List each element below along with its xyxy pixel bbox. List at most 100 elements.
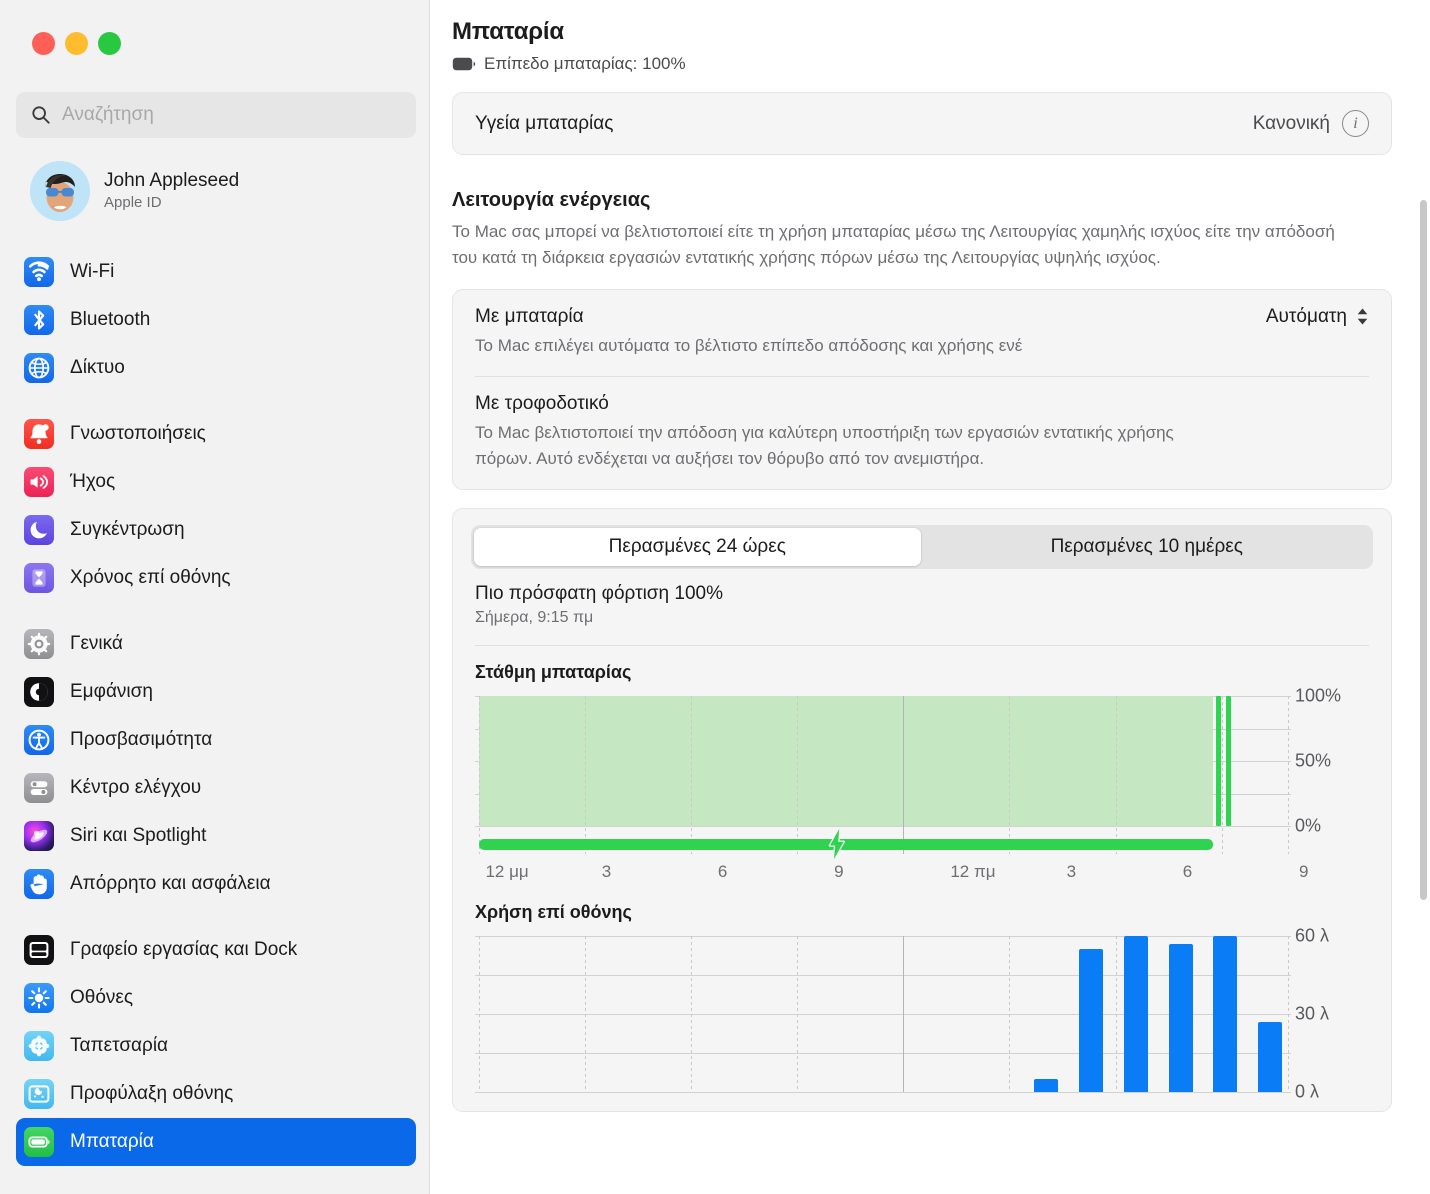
account-subtitle: Apple ID <box>104 193 239 213</box>
last-charge-title: Πιο πρόσφατη φόρτιση 100% <box>475 583 1369 605</box>
battery-chart-vgridline <box>1288 696 1289 854</box>
usage-chart-vgridline <box>797 936 798 1092</box>
sidebar-item-εμφάνιση[interactable]: Εμφάνιση <box>16 668 416 716</box>
sidebar-item-label: Προφύλαξη οθόνης <box>70 1083 233 1105</box>
usage-bar <box>1079 949 1103 1092</box>
sidebar-item-label: Εμφάνιση <box>70 681 153 703</box>
vertical-scrollbar[interactable] <box>1420 200 1427 900</box>
focus-moon-icon <box>24 515 54 545</box>
sidebar-item-label: Δίκτυο <box>70 357 125 379</box>
window-traffic-lights <box>32 32 121 55</box>
control-center-icon <box>24 773 54 803</box>
sidebar-item-οθόνες[interactable]: Οθόνες <box>16 974 416 1022</box>
sidebar-item-προφύλαξη-οθόνης[interactable]: Προφύλαξη οθόνης <box>16 1070 416 1118</box>
sidebar-item-siri-και-spotlight[interactable]: Siri και Spotlight <box>16 812 416 860</box>
power-mode-title: Λειτουργία ενέργειας <box>452 189 1392 212</box>
battery-chart-x-label: 3 <box>602 862 611 882</box>
on-battery-description: Το Mac επιλέγει αυτόματα το βέλτιστο επί… <box>475 333 1175 359</box>
sidebar-item-label: Siri και Spotlight <box>70 825 206 847</box>
sidebar-nav: Wi-FiBluetooth Δίκτυο ΓνωστοποιήσειςΉχος Συ… <box>16 248 416 1184</box>
sidebar-item-χρόνος-επί-οθόνης[interactable]: Χρόνος επί οθόνης <box>16 554 416 602</box>
close-window-button[interactable] <box>32 32 55 55</box>
sidebar-item-μπαταρία[interactable]: Μπαταρία <box>16 1118 416 1166</box>
battery-chart-x-label: 6 <box>1183 862 1192 882</box>
battery-chart-vgridline <box>903 696 904 854</box>
usage-chart-y-label: 0 λ <box>1295 1082 1319 1103</box>
battery-usage-card: Περασμένες 24 ώρεςΠερασμένες 10 ημέρες Π… <box>452 508 1392 1112</box>
on-power-adapter-label: Με τροφοδοτικό <box>475 393 609 415</box>
battery-health-value: Κανονική <box>1253 113 1330 135</box>
usage-range-tabs: Περασμένες 24 ώρεςΠερασμένες 10 ημέρες <box>471 525 1373 569</box>
usage-chart-vgridline <box>1288 936 1289 1092</box>
battery-chart-gridline <box>475 826 1291 827</box>
screen-usage-chart: 0 λ30 λ60 λ <box>475 932 1369 1097</box>
maximize-window-button[interactable] <box>98 32 121 55</box>
avatar <box>30 161 90 221</box>
account-name: John Appleseed <box>104 169 239 193</box>
battery-chart-x-label: 9 <box>1299 862 1308 882</box>
battery-level-chart: 0%50%100% <box>475 692 1369 854</box>
battery-health-card: Υγεία μπαταρίας Κανονική i <box>452 92 1392 155</box>
usage-range-tab-0[interactable]: Περασμένες 24 ώρες <box>474 528 921 566</box>
usage-bar <box>1124 936 1148 1092</box>
usage-chart-y-labels: 0 λ30 λ60 λ <box>1295 932 1369 1097</box>
account-row[interactable]: John Appleseed Apple ID <box>22 158 412 224</box>
battery-icon <box>24 1127 54 1157</box>
displays-brightness-icon <box>24 983 54 1013</box>
chevron-up-down-icon <box>1356 307 1369 326</box>
sound-speaker-icon <box>24 467 54 497</box>
usage-range-tab-1[interactable]: Περασμένες 10 ημέρες <box>924 528 1371 566</box>
usage-bar <box>1034 1079 1058 1092</box>
sidebar-item-γενικά[interactable]: Γενικά <box>16 620 416 668</box>
search-input[interactable] <box>62 104 392 126</box>
battery-chart-x-label: 12 μμ <box>485 862 528 882</box>
sidebar-item-label: Γραφείο εργασίας και Dock <box>70 939 297 961</box>
siri-icon <box>24 821 54 851</box>
last-charge-subtitle: Σήμερα, 9:15 πμ <box>475 609 1369 627</box>
sidebar-item-γραφείο-εργασίας-και-dock[interactable]: Γραφείο εργασίας και Dock <box>16 926 416 974</box>
usage-chart-gridline <box>475 1092 1291 1093</box>
sidebar: John Appleseed Apple ID Wi-FiBluetooth Δί… <box>0 0 430 1194</box>
sidebar-item-bluetooth[interactable]: Bluetooth <box>16 296 416 344</box>
usage-chart-vgridline <box>691 936 692 1092</box>
sidebar-item-ήχος[interactable]: Ήχος <box>16 458 416 506</box>
search-field[interactable] <box>16 92 416 138</box>
main-scroll-area[interactable]: Μπαταρία Επίπεδο μπαταρίας: 100% Υγεία μ… <box>430 0 1430 1194</box>
bluetooth-icon <box>24 305 54 335</box>
sidebar-item-απόρρητο-και-ασφάλεια[interactable]: Απόρρητο και ασφάλεια <box>16 860 416 908</box>
sidebar-item-προσβασιμότητα[interactable]: Προσβασιμότητα <box>16 716 416 764</box>
battery-chart-y-label: 100% <box>1295 686 1341 707</box>
battery-health-row[interactable]: Υγεία μπαταρίας Κανονική i <box>453 93 1391 154</box>
battery-level-chart-block: Στάθμη μπαταρίας 0%50%100% 12 μμ36912 πμ… <box>453 662 1391 888</box>
sidebar-item-wi-fi[interactable]: Wi-Fi <box>16 248 416 296</box>
battery-level-text: Επίπεδο μπαταρίας: 100% <box>484 54 686 74</box>
sidebar-item-label: Χρόνος επί οθόνης <box>70 567 231 589</box>
sidebar-group: Γενικά Εμφάνιση ΠροσβασιμότηταΚέντρο ελέγχ… <box>16 620 416 908</box>
usage-chart-vgridline <box>903 936 904 1092</box>
sidebar-item-συγκέντρωση[interactable]: Συγκέντρωση <box>16 506 416 554</box>
battery-chart-vgridline <box>479 696 480 854</box>
on-power-adapter-description: Το Mac βελτιστοποιεί την απόδοση για καλ… <box>475 420 1175 471</box>
battery-level-area <box>479 696 1213 826</box>
wallpaper-icon <box>24 1031 54 1061</box>
sidebar-item-ταπετσαρία[interactable]: Ταπετσαρία <box>16 1022 416 1070</box>
battery-chart-vgridline <box>797 696 798 854</box>
battery-chart-vgridline <box>691 696 692 854</box>
minimize-window-button[interactable] <box>65 32 88 55</box>
usage-chart-vgridline <box>1009 936 1010 1092</box>
sidebar-item-κέντρο-ελέγχου[interactable]: Κέντρο ελέγχου <box>16 764 416 812</box>
sidebar-item-δίκτυο[interactable]: Δίκτυο <box>16 344 416 392</box>
info-circle-icon[interactable]: i <box>1342 110 1369 137</box>
on-battery-selected-value: Αυτόματη <box>1266 306 1347 328</box>
sidebar-item-label: Συγκέντρωση <box>70 519 185 541</box>
page-title: Μπαταρία <box>452 18 1392 46</box>
sidebar-item-γνωστοποιήσεις[interactable]: Γνωστοποιήσεις <box>16 410 416 458</box>
battery-chart-vgridline <box>1222 696 1223 854</box>
on-battery-popup-button[interactable]: Αυτόματη <box>1266 306 1369 328</box>
general-gear-icon <box>24 629 54 659</box>
screen-usage-chart-title: Χρήση επί οθόνης <box>453 902 1391 923</box>
battery-full-icon <box>452 57 476 71</box>
on-power-adapter-setting: Με τροφοδοτικό Το Mac βελτιστοποιεί την … <box>453 377 1391 489</box>
battery-level-spike <box>1226 696 1231 826</box>
screensaver-icon <box>24 1079 54 1109</box>
